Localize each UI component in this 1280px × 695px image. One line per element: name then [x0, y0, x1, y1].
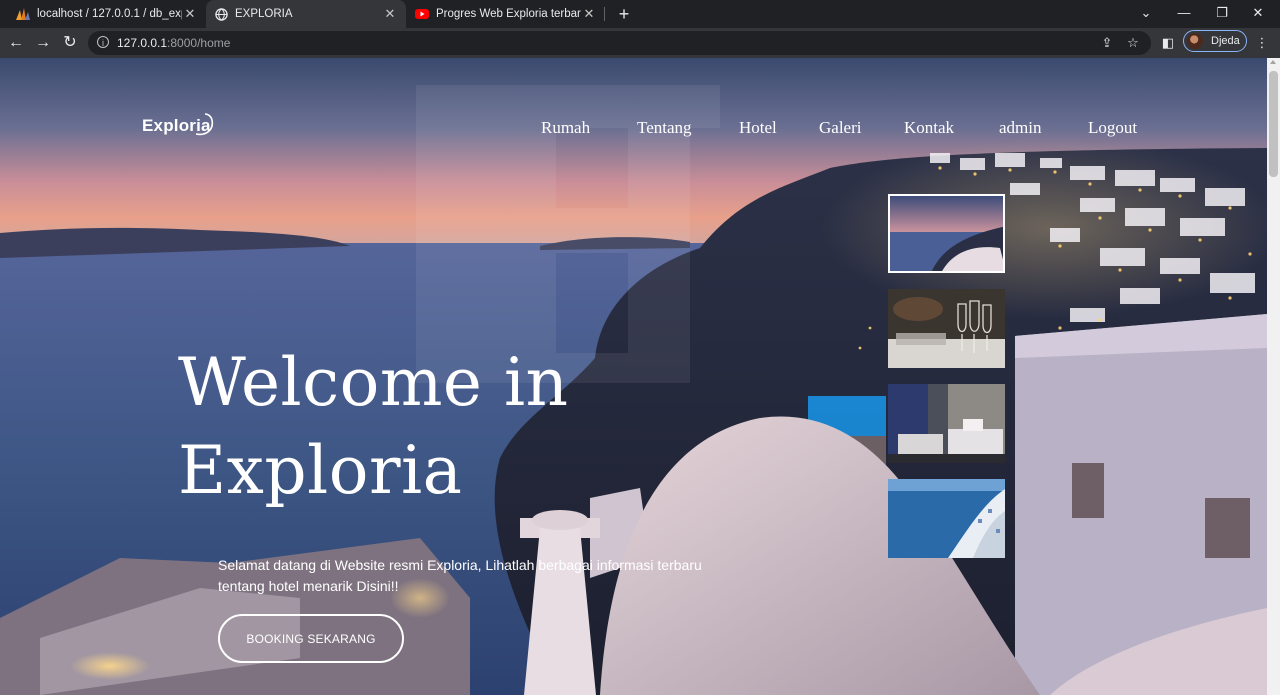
hero-title-line2: Exploria [178, 432, 463, 509]
gallery-thumb-cliff-sea[interactable] [888, 479, 1005, 558]
page-scrollbar[interactable] [1267, 58, 1280, 695]
gallery-thumb-hotel-bedroom[interactable] [888, 384, 1005, 463]
kebab-menu-icon[interactable]: ⋮ [1252, 33, 1272, 53]
gallery-thumb-sunset-terrace[interactable] [888, 194, 1005, 273]
address-bar[interactable]: i 127.0.0.1:8000/home ⇪ ☆ [88, 31, 1151, 55]
avatar [1187, 33, 1203, 49]
booking-button[interactable]: BOOKING SEKARANG [218, 614, 404, 663]
tab-search-chevron-icon[interactable]: ⌄ [1128, 0, 1164, 28]
browser-toolbar: ← → ↻ i 127.0.0.1:8000/home ⇪ ☆ ◧ Djeda … [0, 28, 1280, 58]
new-tab-icon[interactable]: + [614, 4, 634, 24]
hero-title-line1: Welcome in [178, 344, 569, 421]
tab-title: EXPLORIA [235, 8, 293, 20]
bookmark-star-icon[interactable]: ☆ [1124, 34, 1142, 52]
nav-link-admin[interactable]: admin [999, 118, 1042, 138]
reload-icon[interactable]: ↻ [60, 33, 80, 53]
nav-link-logout[interactable]: Logout [1088, 118, 1137, 138]
tab-title: Progres Web Exploria terbaru 26 [436, 8, 581, 20]
logo-swoosh-icon [195, 113, 214, 136]
scroll-up-arrow-icon[interactable] [1270, 60, 1276, 64]
profile-chip[interactable]: Djeda [1183, 30, 1247, 52]
share-icon[interactable]: ⇪ [1098, 34, 1116, 52]
restore-icon[interactable]: ❐ [1204, 0, 1240, 28]
nav-link-hotel[interactable]: Hotel [739, 118, 777, 138]
back-arrow-icon[interactable]: ← [6, 33, 26, 53]
close-tab-icon[interactable]: ✕ [382, 6, 398, 22]
gallery-thumb-restaurant-glasses[interactable] [888, 289, 1005, 368]
page-viewport: Exploria Rumah Tentang Hotel Galeri Kont… [0, 58, 1267, 695]
nav-link-kontak[interactable]: Kontak [904, 118, 954, 138]
url-text: 127.0.0.1:8000/home [117, 36, 231, 50]
phpmyadmin-icon [16, 7, 30, 21]
scrollbar-thumb[interactable] [1269, 71, 1278, 177]
close-window-icon[interactable]: ✕ [1240, 0, 1276, 28]
nav-link-tentang[interactable]: Tentang [637, 118, 692, 138]
tab-title: localhost / 127.0.0.1 / db_exploria [37, 8, 182, 20]
site-info-icon[interactable]: i [97, 36, 109, 48]
youtube-icon [415, 7, 429, 21]
hero-subtitle: Selamat datang di Website resmi Exploria… [218, 557, 702, 594]
minimize-icon[interactable]: — [1166, 0, 1202, 28]
side-panel-icon[interactable]: ◧ [1158, 33, 1178, 53]
nav-link-galeri[interactable]: Galeri [819, 118, 861, 138]
browser-tab-strip: localhost / 127.0.0.1 / db_exploria ✕ EX… [0, 0, 1280, 28]
forward-arrow-icon[interactable]: → [33, 33, 53, 53]
tab-exploria[interactable]: EXPLORIA ✕ [206, 0, 406, 28]
tab-phpmyadmin[interactable]: localhost / 127.0.0.1 / db_exploria ✕ [8, 0, 207, 28]
close-tab-icon[interactable]: ✕ [581, 6, 597, 22]
profile-name: Djeda [1211, 35, 1240, 47]
nav-link-rumah[interactable]: Rumah [541, 118, 590, 138]
globe-icon [214, 7, 228, 21]
close-tab-icon[interactable]: ✕ [182, 6, 198, 22]
tab-youtube[interactable]: Progres Web Exploria terbaru 26 ✕ [407, 0, 605, 28]
